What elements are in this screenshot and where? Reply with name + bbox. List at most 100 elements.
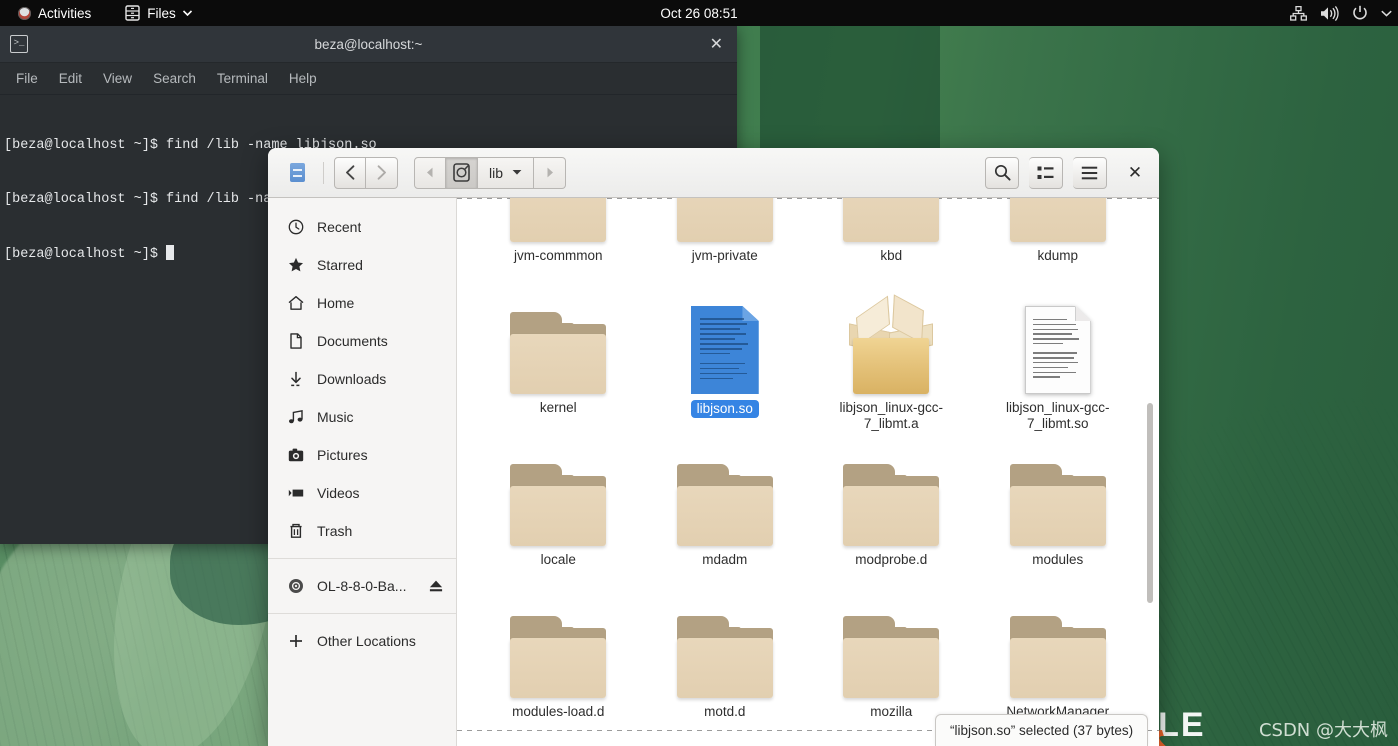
blue-document-icon bbox=[690, 306, 759, 394]
file-thumbnail bbox=[510, 198, 607, 242]
chevron-down-icon[interactable] bbox=[1381, 10, 1392, 17]
archive-box-icon bbox=[845, 294, 937, 394]
files-app-icon bbox=[290, 163, 305, 182]
folder-icon bbox=[1009, 198, 1106, 242]
network-icon[interactable] bbox=[1290, 5, 1307, 21]
text-document-icon bbox=[1024, 306, 1091, 394]
terminal-cursor bbox=[166, 245, 175, 260]
file-item[interactable]: kbd bbox=[808, 198, 975, 292]
status-bar: “libjson.so” selected (37 bytes) bbox=[935, 714, 1149, 746]
file-item[interactable]: motd.d bbox=[642, 596, 809, 746]
file-item[interactable]: jvm-private bbox=[642, 198, 809, 292]
file-grid: jvm-commmon jvm-private kbd kdump kernel… bbox=[457, 198, 1159, 746]
terminal-menu-edit[interactable]: Edit bbox=[51, 68, 90, 89]
sidebar-item-pictures[interactable]: Pictures bbox=[268, 436, 456, 474]
file-name: kbd bbox=[880, 248, 903, 263]
file-item[interactable]: kdump bbox=[975, 198, 1142, 292]
file-item[interactable]: modules bbox=[975, 444, 1142, 596]
power-icon[interactable] bbox=[1352, 5, 1368, 21]
file-thumbnail bbox=[843, 450, 940, 546]
sidebar-item-label: Pictures bbox=[317, 447, 368, 463]
sidebar-divider bbox=[268, 558, 456, 559]
sidebar: Recent Starred Home Documents Downloads … bbox=[268, 198, 457, 746]
terminal-menu-terminal[interactable]: Terminal bbox=[209, 68, 276, 89]
sidebar-item-videos[interactable]: Videos bbox=[268, 474, 456, 512]
file-item[interactable]: modprobe.d bbox=[808, 444, 975, 596]
file-name: kdump bbox=[1037, 248, 1079, 263]
navigation-buttons bbox=[334, 156, 398, 189]
file-name: motd.d bbox=[704, 704, 746, 719]
file-thumbnail bbox=[1009, 198, 1106, 242]
files-app-icon bbox=[125, 5, 140, 21]
file-thumbnail bbox=[1024, 298, 1091, 394]
terminal-close-button[interactable]: ✕ bbox=[710, 34, 723, 54]
file-item[interactable]: libjson_linux-gcc-7_libmt.a bbox=[808, 292, 975, 444]
document-icon bbox=[290, 333, 302, 349]
file-thumbnail bbox=[510, 298, 607, 394]
volume-icon[interactable] bbox=[1320, 5, 1339, 21]
triangle-left-icon bbox=[427, 167, 433, 178]
sidebar-item-label: Videos bbox=[317, 485, 360, 501]
file-thumbnail bbox=[843, 198, 940, 242]
breadcrumb-current-folder[interactable]: lib bbox=[478, 156, 535, 189]
clock[interactable]: Oct 26 08:51 bbox=[0, 6, 1398, 21]
sidebar-item-trash[interactable]: Trash bbox=[268, 512, 456, 550]
sidebar-divider bbox=[268, 613, 456, 614]
hamburger-menu-icon bbox=[1081, 166, 1098, 179]
folder-icon bbox=[510, 198, 607, 242]
file-name: jvm-private bbox=[691, 248, 758, 263]
forward-button[interactable] bbox=[366, 156, 398, 189]
breadcrumb-device-button[interactable] bbox=[446, 156, 478, 189]
terminal-titlebar[interactable]: >_ beza@localhost:~ ✕ bbox=[0, 26, 737, 63]
app-menu-files[interactable]: Files bbox=[116, 1, 201, 25]
file-item[interactable]: locale bbox=[475, 444, 642, 596]
back-arrow-icon bbox=[345, 165, 354, 180]
eject-icon[interactable] bbox=[428, 579, 444, 593]
sidebar-item-documents[interactable]: Documents bbox=[268, 322, 456, 360]
terminal-menubar: File Edit View Search Terminal Help bbox=[0, 63, 737, 95]
terminal-menu-file[interactable]: File bbox=[8, 68, 46, 89]
back-button[interactable] bbox=[334, 156, 366, 189]
folder-icon bbox=[676, 464, 773, 546]
file-thumbnail bbox=[1009, 450, 1106, 546]
view-toggle-button[interactable] bbox=[1029, 156, 1063, 189]
plus-icon bbox=[290, 635, 302, 647]
file-thumbnail bbox=[676, 450, 773, 546]
sidebar-item-device[interactable]: OL-8-8-0-Ba... bbox=[268, 567, 456, 605]
file-item[interactable]: libjson_linux-gcc-7_libmt.so bbox=[975, 292, 1142, 444]
sidebar-item-label: Starred bbox=[317, 257, 363, 273]
window-close-button[interactable]: ✕ bbox=[1121, 159, 1149, 187]
sidebar-item-downloads[interactable]: Downloads bbox=[268, 360, 456, 398]
files-content-area: Recent Starred Home Documents Downloads … bbox=[268, 198, 1159, 746]
activities-button[interactable]: Activities bbox=[9, 2, 100, 25]
file-grid-container: jvm-commmon jvm-private kbd kdump kernel… bbox=[457, 198, 1159, 746]
file-item[interactable]: modules-load.d bbox=[475, 596, 642, 746]
home-icon bbox=[288, 296, 304, 310]
file-item-selected[interactable]: libjson.so bbox=[642, 292, 809, 444]
sidebar-item-starred[interactable]: Starred bbox=[268, 246, 456, 284]
breadcrumb-scroll-left[interactable] bbox=[414, 156, 446, 189]
sidebar-item-recent[interactable]: Recent bbox=[268, 208, 456, 246]
file-name: libjson_linux-gcc-7_libmt.so bbox=[1005, 400, 1110, 431]
sidebar-item-other-locations[interactable]: Other Locations bbox=[268, 622, 456, 660]
file-thumbnail bbox=[676, 198, 773, 242]
file-item[interactable]: mdadm bbox=[642, 444, 809, 596]
breadcrumb-scroll-right[interactable] bbox=[534, 156, 567, 189]
sidebar-item-music[interactable]: Music bbox=[268, 398, 456, 436]
main-menu-button[interactable] bbox=[1073, 156, 1107, 189]
file-thumbnail bbox=[1009, 602, 1106, 698]
terminal-menu-view[interactable]: View bbox=[95, 68, 140, 89]
file-grid-scrollbar[interactable] bbox=[1147, 403, 1153, 603]
file-item[interactable]: kernel bbox=[475, 292, 642, 444]
terminal-menu-help[interactable]: Help bbox=[281, 68, 325, 89]
terminal-menu-search[interactable]: Search bbox=[145, 68, 204, 89]
music-icon bbox=[289, 409, 303, 424]
activities-label: Activities bbox=[38, 5, 92, 21]
file-name: jvm-commmon bbox=[513, 248, 603, 263]
chevron-down-icon bbox=[182, 10, 192, 16]
file-item[interactable]: jvm-commmon bbox=[475, 198, 642, 292]
sidebar-device-label: OL-8-8-0-Ba... bbox=[317, 578, 407, 594]
clock-icon bbox=[288, 219, 304, 235]
search-button[interactable] bbox=[985, 156, 1019, 189]
sidebar-item-home[interactable]: Home bbox=[268, 284, 456, 322]
